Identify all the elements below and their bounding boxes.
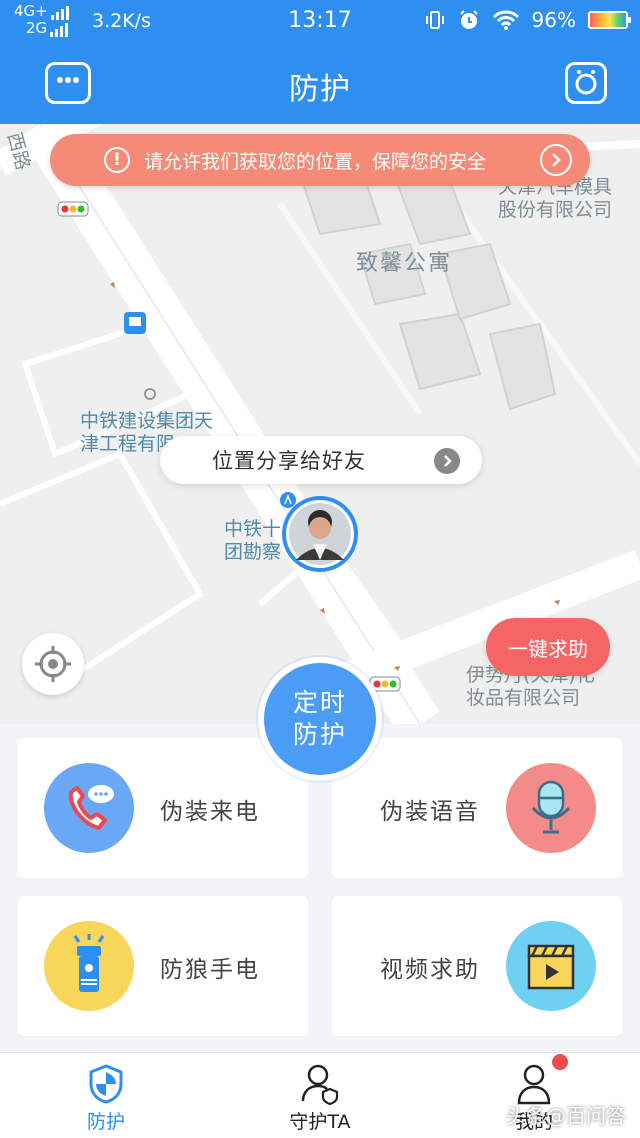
page-title: 防护 bbox=[289, 72, 351, 107]
recenter-location-button[interactable] bbox=[22, 633, 84, 695]
location-permission-banner[interactable]: ! 请允许我们获取您的位置，保障您的安全 bbox=[50, 134, 590, 186]
wifi-icon bbox=[492, 10, 519, 30]
fake-call-card[interactable]: 伪装来电 bbox=[18, 738, 308, 878]
alarm-icon bbox=[459, 10, 478, 29]
tab-label: 防护 bbox=[86, 1111, 125, 1133]
timer-label-line2: 防护 bbox=[292, 720, 347, 749]
vibrate-icon bbox=[425, 11, 444, 29]
permission-text: 请允许我们获取您的位置，保障您的安全 bbox=[144, 150, 487, 173]
feature-label: 防狼手电 bbox=[160, 957, 260, 983]
warning-icon: ! bbox=[104, 147, 130, 173]
watermark: 头条@百问答 bbox=[506, 1104, 626, 1128]
status-bar: 4G+ 2G 3.2K/s 13:17 96% bbox=[0, 0, 640, 44]
shield-icon bbox=[89, 1064, 123, 1104]
user-location-pin[interactable] bbox=[280, 492, 360, 602]
crosshair-icon bbox=[35, 646, 71, 682]
map-poi-label: 致馨公寓 bbox=[356, 251, 453, 276]
map-company-label: 中铁十 团勘察 bbox=[224, 518, 282, 563]
feature-label: 视频求助 bbox=[380, 957, 480, 983]
flashlight-icon bbox=[44, 921, 134, 1011]
map-view[interactable]: 西路 天津汽车模具 股份有限公司 致馨公寓 中铁建设集团天 津工程有限 中铁十 团勘察… bbox=[0, 124, 640, 724]
tab-guard[interactable]: 守护TA bbox=[260, 1061, 380, 1134]
feature-label: 伪装语音 bbox=[380, 799, 480, 825]
sos-button[interactable]: 一键求助 bbox=[486, 618, 610, 676]
phone-call-icon bbox=[44, 763, 134, 853]
assistant-button[interactable] bbox=[565, 62, 607, 104]
chevron-right-icon bbox=[540, 144, 572, 176]
video-clapper-icon bbox=[506, 921, 596, 1011]
tab-label: 守护TA bbox=[289, 1111, 351, 1133]
timed-protection-button[interactable]: 定时 防护 bbox=[258, 657, 382, 781]
traffic-light-icon bbox=[57, 201, 89, 217]
share-location-label: 位置分享给好友 bbox=[212, 449, 366, 473]
tab-protect[interactable]: 防护 bbox=[46, 1061, 166, 1134]
microphone-icon bbox=[506, 763, 596, 853]
flashlight-card[interactable]: 防狼手电 bbox=[18, 896, 308, 1036]
app-header: 4G+ 2G 3.2K/s 13:17 96% 防护 bbox=[0, 0, 640, 124]
robot-face-icon bbox=[575, 70, 597, 95]
chevron-right-icon bbox=[434, 448, 460, 474]
battery-icon bbox=[588, 11, 631, 29]
feature-label: 伪装来电 bbox=[160, 799, 260, 825]
guardian-person-icon bbox=[301, 1064, 339, 1105]
person-icon bbox=[517, 1064, 551, 1105]
timer-label-line1: 定时 bbox=[292, 688, 347, 717]
notification-badge bbox=[552, 1054, 568, 1070]
share-location-button[interactable]: 位置分享给好友 bbox=[160, 436, 482, 484]
video-help-card[interactable]: 视频求助 bbox=[332, 896, 622, 1036]
fake-voice-card[interactable]: 伪装语音 bbox=[332, 738, 622, 878]
battery-percent: 96% bbox=[531, 8, 576, 32]
